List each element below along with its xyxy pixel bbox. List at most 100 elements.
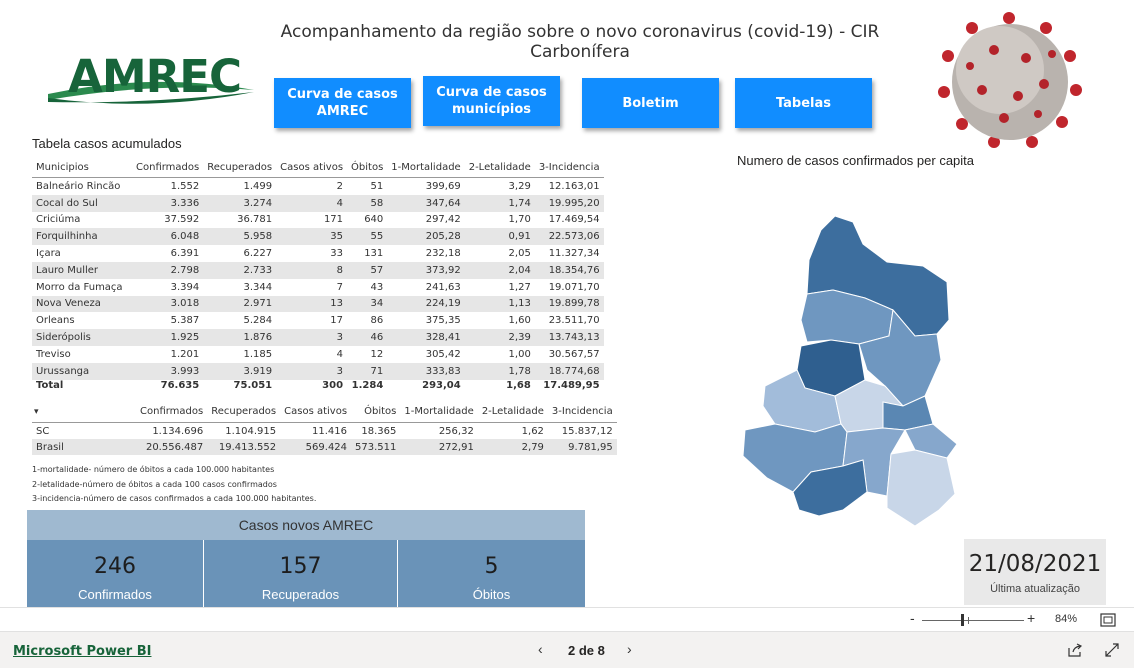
table-cell: 30.567,57 [548,348,600,360]
table-cell: 6.391 [170,248,200,260]
table-cell: 205,28 [425,231,461,243]
row-label-cell: Treviso [36,348,71,360]
row-label-cell: SC [36,425,50,437]
table-cell: 0,91 [508,231,531,243]
table-cell: 3.993 [170,365,200,377]
table-cell: 1.185 [243,348,273,360]
table-cell: 2.733 [243,264,273,276]
card-obitos[interactable]: 5 Óbitos [398,540,585,607]
card-confirmados[interactable]: 246 Confirmados [27,540,203,607]
table-cell: 1,27 [508,281,531,293]
table-acumulados-container[interactable]: Municipios Confirmados Recuperados Casos… [32,158,622,398]
table-cell: 46 [370,332,384,344]
table-cell: 43 [370,281,384,293]
nav-button-tabelas[interactable]: Tabelas [735,78,872,128]
table-row[interactable]: Cocal do Sul 3.336 3.274 4 58 347,64 1,74 19.99… [32,194,604,212]
fullscreen-icon[interactable] [1105,643,1119,657]
table-cell: 373,92 [425,264,461,276]
card-label: Recuperados [261,587,340,602]
column-header[interactable]: Confirmados [132,158,203,178]
zoom-out-button[interactable]: - [910,610,915,626]
table-cell: 3,29 [508,180,531,192]
table-cell: 5.958 [243,231,273,243]
table-cell: 19.899,78 [548,298,600,310]
note-line: 3-incidencia-número de casos confirmados… [32,494,317,503]
column-header[interactable]: Recuperados [207,400,280,423]
share-icon[interactable] [1067,643,1083,657]
column-header[interactable]: Óbitos [347,158,387,178]
zoom-slider-tick [968,617,969,624]
table-row[interactable]: Brasil 20.556.487 19.413.552 569.424 573.511… [32,439,617,455]
table-row[interactable]: Treviso 1.201 1.185 4 12 305,42 1,00 30.567,57 [32,346,604,363]
table-total-row: Total 76.635 75.051 300 1.284 293,04 1,6… [32,380,604,397]
table-cell: 12.163,01 [548,180,600,192]
next-page-button[interactable]: › [627,641,632,657]
report-canvas: Acompanhamento da região sobre o novo co… [0,0,1134,607]
table-row[interactable]: Siderópolis 1.925 1.876 3 46 328,41 2,39 13.743… [32,329,604,346]
zoom-value: 84% [1055,613,1078,625]
row-label-cell: Morro da Fumaça [36,281,123,293]
column-header[interactable]: 2-Letalidade [465,158,535,178]
column-header[interactable]: 1-Mortalidade [387,158,464,178]
table-cell: 17 [330,315,344,327]
table-cell: 7 [336,281,344,293]
column-header[interactable]: 3-Incidencia [535,158,604,178]
column-header[interactable]: 1-Mortalidade [400,400,477,423]
row-label-cell: Brasil [36,441,64,453]
table-row[interactable]: Nova Veneza 3.018 2.971 13 34 224,19 1,13 19.89… [32,295,604,313]
table-estado: Confirmados Recuperados Casos ativos Óbi… [32,400,617,455]
column-header[interactable]: Confirmados [136,400,207,423]
table-cell: 1,13 [508,298,531,310]
zoom-slider-track[interactable] [922,620,1024,621]
table-cell: Total [36,379,64,391]
table-row[interactable]: Balneário Rincão 1.552 1.499 2 51 399,69 3,29 1… [32,178,604,195]
table-cell: 3 [336,365,344,377]
fit-to-page-icon[interactable] [1100,613,1116,627]
zoom-in-button[interactable]: + [1027,610,1035,626]
column-header[interactable] [32,400,136,423]
column-header[interactable]: Casos ativos [276,158,347,178]
column-header[interactable]: Recuperados [203,158,276,178]
table-row[interactable]: SC 1.134.696 1.104.915 11.416 18.365 256,32 1,… [32,423,617,440]
table-cell: 171 [323,214,344,226]
column-header[interactable]: Óbitos [351,400,400,423]
table-row[interactable]: Lauro Muller 2.798 2.733 8 57 373,92 2,04 18.35… [32,261,604,279]
table-cell: 224,19 [425,298,461,310]
table-cell: 272,91 [438,441,474,453]
choropleth-map[interactable] [735,210,965,530]
table-header-row: Confirmados Recuperados Casos ativos Óbi… [32,400,617,423]
table-cell: 2 [336,180,344,192]
table-cell: 3.344 [243,281,273,293]
nav-button-boletim[interactable]: Boletim [582,78,719,128]
card-label: Confirmados [78,587,152,602]
column-header[interactable]: 2-Letalidade [478,400,548,423]
table-row[interactable]: Forquilhinha 6.048 5.958 35 55 205,28 0,91 22.5… [32,228,604,246]
update-date-card: 21/08/2021 Última atualização [964,539,1106,605]
table-cell: 1.552 [170,180,200,192]
zoom-slider-thumb[interactable] [960,614,964,626]
column-header[interactable]: Casos ativos [280,400,351,423]
table-cell: 3.394 [170,281,200,293]
table-cell: 17.469,54 [548,214,600,226]
card-recuperados[interactable]: 157 Recuperados [204,540,397,607]
table-row[interactable]: Içara 6.391 6.227 33 131 232,18 2,05 11.327,34 [32,245,604,262]
table-cell: 1,62 [521,425,544,437]
table-cell: 232,18 [425,248,461,260]
table-row[interactable]: Orleans 5.387 5.284 17 86 375,35 1,60 23.511,70 [32,312,604,329]
column-header[interactable]: Municipios [32,158,132,178]
table-row[interactable]: Urussanga 3.993 3.919 3 71 333,83 1,78 18.774,6… [32,362,604,380]
table-row[interactable]: Morro da Fumaça 3.394 3.344 7 43 241,63 1,27 19… [32,279,604,296]
table-cell: 19.995,20 [548,197,600,209]
table-row[interactable]: Criciúma 37.592 36.781 171 640 297,42 1,70 17.4… [32,212,604,229]
table-cell: 34 [370,298,384,310]
table-cell: 11.327,34 [548,248,600,260]
power-bi-link[interactable]: Microsoft Power BI [13,644,151,659]
table-cell: 1,60 [508,315,531,327]
nav-button-curva-municipios[interactable]: Curva de casos municípios [423,76,560,126]
nav-button-curva-amrec[interactable]: Curva de casos AMREC [274,78,411,128]
previous-page-button[interactable]: ‹ [538,641,543,657]
column-header[interactable]: 3-Incidencia [548,400,617,423]
table-cell: 76.635 [160,379,200,391]
table-cell: 19.071,70 [548,281,600,293]
table-cell: 293,04 [422,379,461,391]
